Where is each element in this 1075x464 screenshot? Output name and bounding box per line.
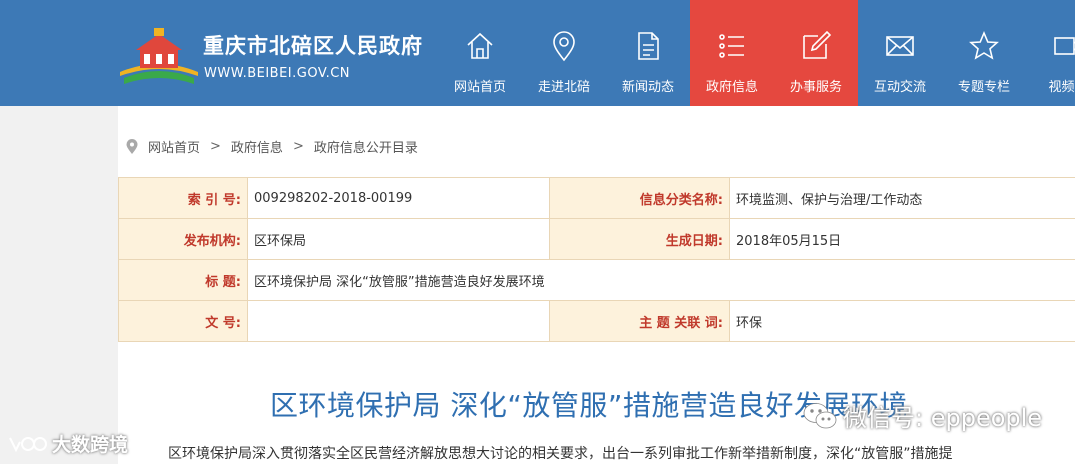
category-label: 信息分类名称:: [549, 177, 730, 219]
government-logo-icon[interactable]: [120, 26, 198, 86]
table-row: 标 题: 区环境保护局 深化“放管服”措施营造良好发展环境: [118, 259, 1075, 301]
keywords-value: 环保: [729, 300, 1075, 342]
breadcrumb: 网站首页 > 政府信息 > 政府信息公开目录: [126, 137, 418, 156]
wechat-icon: [803, 402, 837, 428]
watermark-left: 大数跨境: [8, 430, 128, 457]
breadcrumb-separator: >: [292, 138, 304, 154]
nav-label: 政府信息: [705, 80, 758, 95]
watermark-right: 微信号: eppeople: [803, 398, 1042, 433]
mail-icon: [886, 36, 914, 56]
edit-icon: [803, 30, 832, 59]
nav-label: 视频中: [1048, 80, 1075, 95]
nav-label: 互动交流: [873, 80, 926, 95]
breadcrumb-item-catalog[interactable]: 政府信息公开目录: [314, 137, 418, 156]
nav-label: 专题专栏: [957, 80, 1010, 95]
category-value: 环境监测、保护与治理/工作动态: [729, 177, 1075, 219]
table-row: 发布机构: 区环保局 生成日期: 2018年05月15日: [118, 218, 1075, 260]
location-pin-icon: [126, 138, 138, 154]
nav-item-gov-info[interactable]: 政府信息: [690, 0, 774, 106]
nav-label: 走进北碚: [537, 80, 590, 95]
docno-label: 文 号:: [118, 300, 248, 342]
table-row: 文 号: 主 题 关联 词: 环保: [118, 300, 1075, 342]
date-label: 生成日期:: [549, 218, 730, 260]
breadcrumb-separator: >: [210, 138, 221, 154]
title-value: 区环境保护局 深化“放管服”措施营造良好发展环境: [247, 259, 1075, 301]
main-nav: 网站首页 走进北碚 新闻动态 政府信息 办事服务 互动交流 专题专栏 视频: [438, 0, 1075, 106]
breadcrumb-item-gov-info[interactable]: 政府信息: [231, 137, 283, 156]
nav-item-services[interactable]: 办事服务: [774, 0, 858, 106]
star-icon: [969, 30, 999, 60]
watermark-logo-icon: [9, 436, 47, 452]
date-value: 2018年05月15日: [729, 218, 1075, 260]
nav-item-video[interactable]: 视频中: [1026, 0, 1075, 106]
title-label: 标 题:: [118, 259, 248, 301]
publisher-label: 发布机构:: [118, 218, 248, 260]
location-pin-icon: [553, 31, 575, 62]
video-icon: [1054, 37, 1075, 55]
nav-item-topics[interactable]: 专题专栏: [942, 0, 1026, 106]
watermark-left-text: 大数跨境: [52, 434, 129, 456]
site-header: 重庆市北碚区人民政府 WWW.BEIBEI.GOV.CN 网站首页 走进北碚 新…: [0, 0, 1075, 106]
site-domain: WWW.BEIBEI.GOV.CN: [204, 66, 350, 81]
publisher-value: 区环保局: [247, 218, 550, 260]
info-table: 索 引 号: 009298202-2018-00199 信息分类名称: 环境监测…: [118, 177, 1075, 342]
docno-value: [247, 300, 550, 342]
keywords-label: 主 题 关联 词:: [549, 300, 730, 342]
home-icon: [467, 32, 493, 59]
breadcrumb-item-home[interactable]: 网站首页: [148, 137, 200, 156]
site-title[interactable]: 重庆市北碚区人民政府: [203, 30, 423, 60]
nav-label: 网站首页: [453, 80, 506, 95]
article-body: 区环境保护局深入贯彻落实全区民营经济解放思想大讨论的相关要求，出台一系列审批工作…: [168, 446, 953, 462]
nav-label: 新闻动态: [621, 80, 674, 95]
nav-item-home[interactable]: 网站首页: [438, 0, 522, 106]
list-icon: [719, 34, 744, 58]
nav-item-interaction[interactable]: 互动交流: [858, 0, 942, 106]
document-icon: [638, 32, 659, 60]
index-label: 索 引 号:: [118, 177, 248, 219]
index-value: 009298202-2018-00199: [247, 177, 550, 219]
nav-item-about[interactable]: 走进北碚: [522, 0, 606, 106]
watermark-right-text: 微信号: eppeople: [843, 404, 1043, 432]
table-row: 索 引 号: 009298202-2018-00199 信息分类名称: 环境监测…: [118, 177, 1075, 219]
nav-label: 办事服务: [789, 80, 842, 95]
nav-item-news[interactable]: 新闻动态: [606, 0, 690, 106]
